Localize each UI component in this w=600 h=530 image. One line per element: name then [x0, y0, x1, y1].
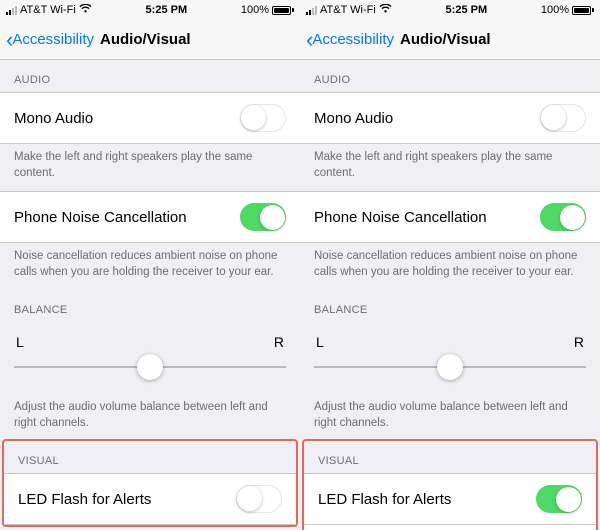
balance-section-header: BALANCE: [0, 290, 300, 322]
page-title: Audio/Visual: [400, 31, 491, 48]
battery-percent: 100%: [541, 4, 569, 16]
back-button[interactable]: ‹ Accessibility: [306, 29, 394, 51]
led-flash-label: LED Flash for Alerts: [318, 491, 451, 508]
phone-noise-cancellation-row[interactable]: Phone Noise Cancellation: [0, 191, 300, 243]
balance-left-label: L: [16, 334, 24, 350]
nav-bar: ‹ Accessibility Audio/Visual: [300, 20, 600, 60]
mono-audio-label: Mono Audio: [14, 110, 93, 127]
mono-audio-label: Mono Audio: [314, 110, 393, 127]
balance-section-header: BALANCE: [300, 290, 600, 322]
balance-left-label: L: [316, 334, 324, 350]
page-title: Audio/Visual: [100, 31, 191, 48]
mono-audio-footer: Make the left and right speakers play th…: [300, 144, 600, 191]
slider-thumb-icon[interactable]: [137, 354, 163, 380]
phone-noise-cancellation-label: Phone Noise Cancellation: [314, 209, 487, 226]
carrier-label: AT&T Wi-Fi: [20, 4, 76, 16]
left-screenshot: AT&T Wi-Fi 5:25 PM 100% ‹ Accessibility …: [0, 0, 300, 530]
balance-footer: Adjust the audio volume balance between …: [300, 394, 600, 441]
led-flash-label: LED Flash for Alerts: [18, 491, 151, 508]
led-flash-switch[interactable]: [536, 485, 582, 513]
wifi-icon: [379, 4, 392, 16]
balance-right-label: R: [274, 334, 284, 350]
clock: 5:25 PM: [392, 4, 541, 16]
mono-audio-footer: Make the left and right speakers play th…: [0, 144, 300, 191]
led-flash-switch[interactable]: [236, 485, 282, 513]
led-flash-row[interactable]: LED Flash for Alerts: [304, 473, 596, 525]
phone-noise-cancellation-row[interactable]: Phone Noise Cancellation: [300, 191, 600, 243]
signal-bars-icon: [306, 6, 317, 15]
balance-slider[interactable]: [314, 352, 586, 382]
battery-icon: [272, 6, 294, 15]
slider-thumb-icon[interactable]: [437, 354, 463, 380]
phone-noise-cancellation-switch[interactable]: [240, 203, 286, 231]
right-screenshot: AT&T Wi-Fi 5:25 PM 100% ‹ Accessibility …: [300, 0, 600, 530]
phone-noise-cancellation-footer: Noise cancellation reduces ambient noise…: [0, 243, 300, 290]
audio-section-header: AUDIO: [300, 60, 600, 92]
highlight-box: VISUAL LED Flash for Alerts: [4, 441, 296, 525]
wifi-icon: [79, 4, 92, 16]
balance-slider[interactable]: [14, 352, 286, 382]
balance-footer: Adjust the audio volume balance between …: [0, 394, 300, 441]
back-label: Accessibility: [12, 31, 94, 48]
flash-on-silent-row[interactable]: Flash on Silent: [304, 525, 596, 530]
visual-section-header: VISUAL: [304, 441, 596, 473]
phone-noise-cancellation-label: Phone Noise Cancellation: [14, 209, 187, 226]
highlight-box: VISUAL LED Flash for Alerts Flash on Sil…: [304, 441, 596, 530]
led-flash-row[interactable]: LED Flash for Alerts: [4, 473, 296, 525]
mono-audio-switch[interactable]: [540, 104, 586, 132]
battery-percent: 100%: [241, 4, 269, 16]
mono-audio-row[interactable]: Mono Audio: [300, 92, 600, 144]
visual-section-header: VISUAL: [4, 441, 296, 473]
balance-right-label: R: [574, 334, 584, 350]
mono-audio-switch[interactable]: [240, 104, 286, 132]
carrier-label: AT&T Wi-Fi: [320, 4, 376, 16]
battery-icon: [572, 6, 594, 15]
back-button[interactable]: ‹ Accessibility: [6, 29, 94, 51]
phone-noise-cancellation-footer: Noise cancellation reduces ambient noise…: [300, 243, 600, 290]
audio-section-header: AUDIO: [0, 60, 300, 92]
phone-noise-cancellation-switch[interactable]: [540, 203, 586, 231]
back-label: Accessibility: [312, 31, 394, 48]
clock: 5:25 PM: [92, 4, 241, 16]
status-bar: AT&T Wi-Fi 5:25 PM 100%: [0, 0, 300, 20]
signal-bars-icon: [6, 6, 17, 15]
status-bar: AT&T Wi-Fi 5:25 PM 100%: [300, 0, 600, 20]
mono-audio-row[interactable]: Mono Audio: [0, 92, 300, 144]
nav-bar: ‹ Accessibility Audio/Visual: [0, 20, 300, 60]
